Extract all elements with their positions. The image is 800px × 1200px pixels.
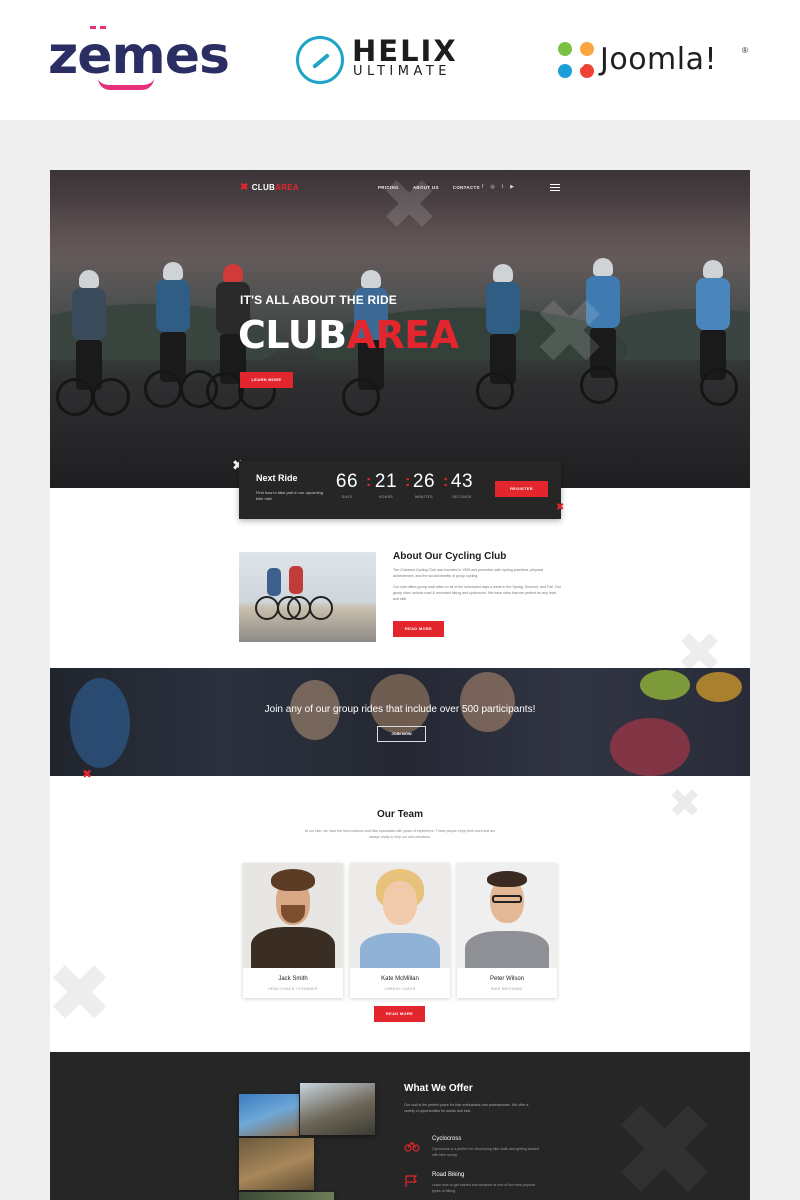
site-navbar: ✖ CLUBAREA PRICING ABOUT US CONTACTS f ◎ … <box>50 170 750 206</box>
youtube-icon[interactable]: ▶ <box>510 184 514 190</box>
offer-item-text: Cyclocross is a perfect for developing b… <box>432 1147 539 1157</box>
hero-cyclist <box>476 264 526 414</box>
menu-hamburger-icon[interactable] <box>550 184 560 191</box>
team-member-role: CARDIO COACH <box>384 987 416 991</box>
countdown-title: Next Ride <box>256 473 298 483</box>
offer-image <box>239 1094 299 1136</box>
join-now-button[interactable]: JOIN NOW <box>377 726 426 742</box>
team-member-role: BIKE MECHANIC <box>491 987 523 991</box>
hero-section: ✖ ✖ ✖ CLUBAREA PRICING ABOUT US CONTACTS … <box>50 170 750 488</box>
nav-links: PRICING ABOUT US CONTACTS <box>378 185 480 190</box>
offer-item-text: Learn how to get started and advance at … <box>432 1183 536 1193</box>
team-read-more-button[interactable]: READ MORE <box>374 1006 425 1022</box>
team-member-name: Peter Wilson <box>489 976 524 982</box>
zemes-smile-icon <box>98 78 154 90</box>
next-ride-countdown: Next Ride Find how to take part in our u… <box>239 461 561 519</box>
team-member-photo <box>457 863 557 968</box>
about-title: About Our Cycling Club <box>393 551 507 562</box>
joomla-logo: Joomla! <box>600 42 718 77</box>
facebook-icon[interactable]: f <box>482 184 483 190</box>
offer-item-title: Cyclocross <box>432 1136 462 1142</box>
social-links: f ◎ t ▶ <box>482 184 514 190</box>
team-card[interactable]: Peter Wilson BIKE MECHANIC <box>457 863 557 998</box>
about-read-more-button[interactable]: READ MORE <box>393 621 444 637</box>
learn-more-button[interactable]: LEARN MORE <box>240 372 293 388</box>
decorative-x-icon: ✖ <box>556 502 565 513</box>
decorative-x-icon: ✖ <box>50 947 114 1040</box>
countdown-minutes: 26 MINUTES <box>412 471 436 499</box>
team-member-name: Jack Smith <box>278 976 308 982</box>
countdown-seconds: 43 SECONDS <box>450 471 474 499</box>
about-cyclists-image <box>239 552 376 642</box>
helix-subtitle: ULTIMATE <box>353 64 451 79</box>
group-rides-text: Join any of our group rides that include… <box>264 704 536 715</box>
team-member-photo <box>350 863 450 968</box>
offer-title: What We Offer <box>404 1083 473 1094</box>
team-title: Our Team <box>377 809 423 820</box>
hero-title: CLUBAREA <box>238 313 459 357</box>
decorative-x-icon: ✖ <box>532 280 608 385</box>
hero-cyclist <box>690 260 738 410</box>
offer-intro: Our club is the perfect place for bike e… <box>404 1103 529 1113</box>
nav-link-contacts[interactable]: CONTACTS <box>453 185 480 190</box>
offer-image <box>239 1192 334 1200</box>
team-intro: At our club, we have the best coaches an… <box>304 829 496 839</box>
site-logo[interactable]: ✖ CLUBAREA <box>240 182 299 193</box>
bicycle-icon <box>404 1139 420 1152</box>
zemes-logo: zemes <box>48 26 230 86</box>
decorative-x-icon: ✖ <box>610 1075 719 1200</box>
hero-cyclist <box>144 262 218 412</box>
offer-image <box>300 1083 375 1135</box>
flag-icon <box>404 1174 420 1187</box>
helix-title: HELIX <box>352 34 458 68</box>
hero-tagline: IT'S ALL ABOUT THE RIDE <box>240 293 398 307</box>
template-preview: ✖ ✖ ✖ CLUBAREA PRICING ABOUT US CONTACTS … <box>50 170 750 1200</box>
nav-link-about-us[interactable]: ABOUT US <box>413 185 439 190</box>
countdown-subtitle: Find how to take part in our upcoming bi… <box>256 490 323 501</box>
logo-x-icon: ✖ <box>240 182 249 193</box>
offer-image <box>239 1138 314 1190</box>
nav-link-pricing[interactable]: PRICING <box>378 185 399 190</box>
team-member-name: Kate McMillan <box>381 976 419 982</box>
team-card[interactable]: Kate McMillan CARDIO COACH <box>350 863 450 998</box>
helix-logo-icon <box>296 36 344 84</box>
team-member-role: HEAD COACH / FOUNDER <box>268 987 318 991</box>
twitter-icon[interactable]: t <box>502 184 503 190</box>
countdown-days: 66 DAYS <box>335 471 359 499</box>
group-rides-banner: Join any of our group rides that include… <box>50 668 750 776</box>
brand-header: zemes HELIX ULTIMATE Joomla! ® <box>0 0 800 120</box>
joomla-logo-icon <box>558 42 596 80</box>
about-text: The Clubarea Cycling Club was founded in… <box>393 568 561 601</box>
hero-cyclist <box>56 270 130 420</box>
countdown-hours: 21 HOURS <box>374 471 398 499</box>
decorative-x-icon: ✖ <box>82 767 93 781</box>
team-card[interactable]: Jack Smith HEAD COACH / FOUNDER <box>243 863 343 998</box>
joomla-registered: ® <box>742 46 748 55</box>
register-button[interactable]: REGISTER <box>495 481 548 497</box>
team-member-photo <box>243 863 343 968</box>
offer-item-title: Road Biking <box>432 1172 465 1178</box>
instagram-icon[interactable]: ◎ <box>490 184 494 190</box>
what-we-offer-section: ✖ What We Offer Our club is the perfect … <box>50 1052 750 1200</box>
